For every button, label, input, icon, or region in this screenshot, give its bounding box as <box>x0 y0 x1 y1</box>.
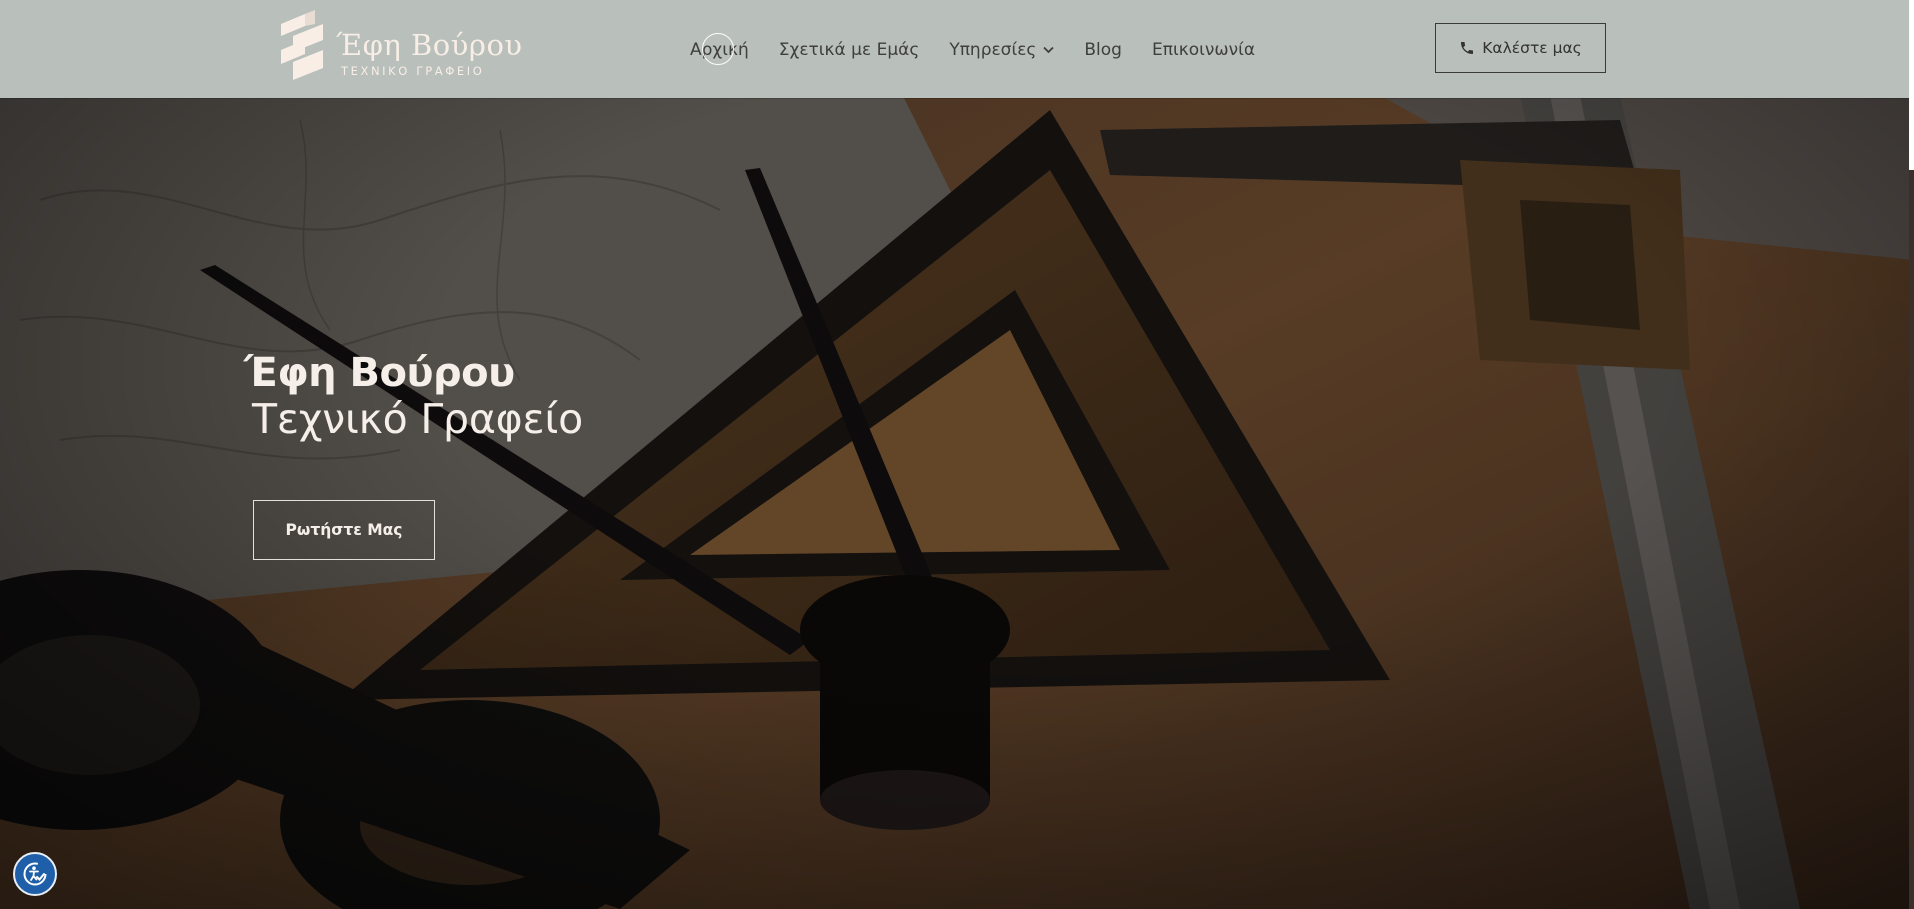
nav-item-label: Υπηρεσίες <box>949 40 1037 60</box>
accessibility-button[interactable] <box>13 852 57 896</box>
logo-mark-icon <box>281 10 323 80</box>
nav-item-about[interactable]: Σχετικά με Εμάς <box>779 40 920 60</box>
main-navigation: Αρχική Σχετικά με Εμάς Υπηρεσίες Blog Επ… <box>690 33 1285 65</box>
logo-subtitle: ΤΕΧΝΙΚΟ ΓΡΑΦΕΙΟ <box>341 64 485 78</box>
accessibility-icon <box>23 862 47 886</box>
ask-us-button[interactable]: Ρωτήστε Μας <box>253 500 435 560</box>
ask-us-label: Ρωτήστε Μας <box>285 521 403 539</box>
nav-item-home[interactable]: Αρχική <box>690 33 749 65</box>
mouse-cursor-ring <box>702 33 734 65</box>
hero-background-image <box>0 0 1914 909</box>
site-logo[interactable]: Έφη Βούρου ΤΕΧΝΙΚΟ ΓΡΑΦΕΙΟ <box>275 8 522 90</box>
phone-icon <box>1461 42 1474 54</box>
nav-item-services[interactable]: Υπηρεσίες <box>949 40 1055 60</box>
logo-name: Έφη Βούρου <box>336 28 523 62</box>
scrollbar-thumb[interactable] <box>1909 0 1914 170</box>
call-us-button[interactable]: Καλέστε μας <box>1435 23 1606 73</box>
hero-title: Έφη Βούρου <box>244 350 515 396</box>
nav-item-contact[interactable]: Επικοινωνία <box>1152 40 1255 60</box>
site-header: Έφη Βούρου ΤΕΧΝΙΚΟ ΓΡΑΦΕΙΟ Αρχική Σχετικ… <box>0 0 1909 98</box>
chevron-down-icon <box>1043 46 1055 54</box>
call-us-label: Καλέστε μας <box>1482 39 1582 57</box>
nav-item-blog[interactable]: Blog <box>1084 40 1122 60</box>
nav-item-label: Σχετικά με Εμάς <box>778 40 920 60</box>
hero-subtitle: Τεχνικό Γραφείο <box>252 395 584 443</box>
nav-item-label: Επικοινωνία <box>1151 40 1256 60</box>
nav-item-label: Blog <box>1084 40 1122 60</box>
